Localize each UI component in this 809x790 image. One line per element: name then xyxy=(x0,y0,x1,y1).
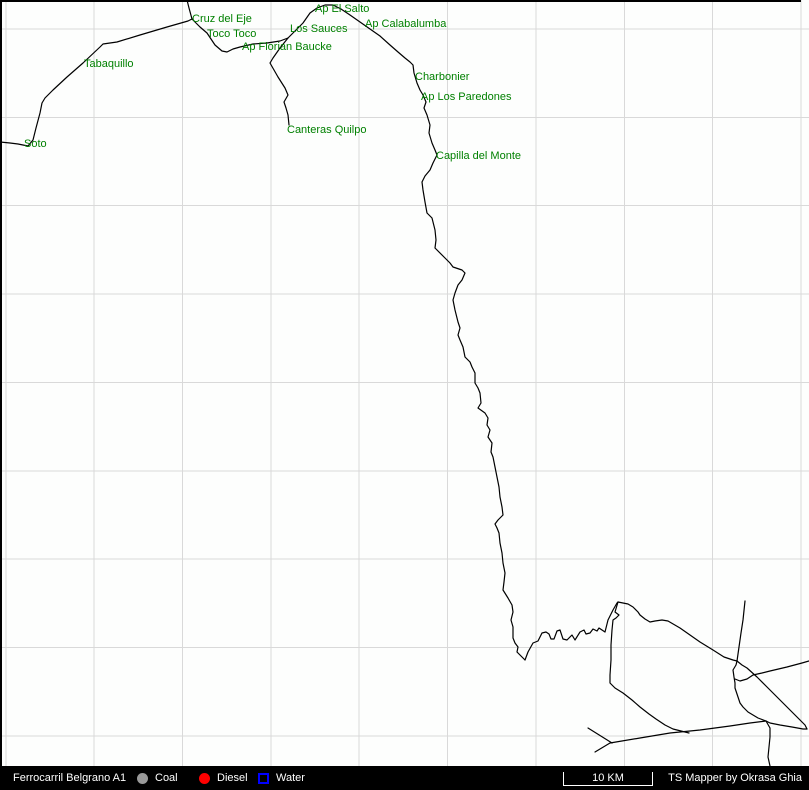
map-canvas[interactable]: Cruz del Eje Toco Toco Ap El Salto Los Sauc… xyxy=(0,0,809,766)
station-label: Ap Florian Baucke xyxy=(242,41,332,53)
track-steep-line-from-north xyxy=(737,601,745,661)
station-label: Los Sauces xyxy=(290,23,348,35)
station-label: Canteras Quilpo xyxy=(287,124,367,136)
coal-icon xyxy=(137,773,148,784)
legend-label-diesel: Diesel xyxy=(217,772,248,784)
station-label: Soto xyxy=(24,138,47,150)
legend-label-coal: Coal xyxy=(155,772,178,784)
station-label: Ap Los Paredones xyxy=(421,91,512,103)
track-main-line-east xyxy=(288,5,525,660)
station-label: Capilla del Monte xyxy=(436,150,521,162)
station-label: Ap Calabalumba xyxy=(365,18,447,30)
water-icon xyxy=(258,773,269,784)
station-label: Charbonier xyxy=(415,71,470,83)
credit-text: TS Mapper by Okrasa Ghia xyxy=(668,772,802,784)
route-title: Ferrocarril Belgrano A1 xyxy=(13,772,126,784)
station-labels: Cruz del Eje Toco Toco Ap El Salto Los Sauc… xyxy=(24,3,521,162)
track-loop-east-side xyxy=(618,602,737,661)
ts-mapper-window: Cruz del Eje Toco Toco Ap El Salto Los Sauc… xyxy=(0,0,809,790)
track-east-exit-curve xyxy=(735,661,809,681)
station-label: Ap El Salto xyxy=(315,3,369,15)
track-wiggle-section xyxy=(525,602,618,660)
track-wye-north-leg xyxy=(737,661,807,729)
map-border-left xyxy=(0,0,2,766)
scale-label: 10 KM xyxy=(592,772,624,784)
track-south-line-to-edge xyxy=(766,721,770,766)
map-border-top xyxy=(0,0,801,2)
station-label: Toco Toco xyxy=(207,28,256,40)
station-label: Cruz del Eje xyxy=(192,13,252,25)
station-label: Tabaquillo xyxy=(84,58,134,70)
grid xyxy=(0,0,809,766)
railway-tracks xyxy=(0,0,809,766)
diesel-icon xyxy=(199,773,210,784)
map-border xyxy=(0,0,801,766)
status-bar: Ferrocarril Belgrano A1 Coal Diesel Wate… xyxy=(0,766,809,790)
scale-bar: 10 KM xyxy=(563,772,653,786)
track-long-straight-line xyxy=(595,721,766,752)
legend-label-water: Water xyxy=(276,772,305,784)
